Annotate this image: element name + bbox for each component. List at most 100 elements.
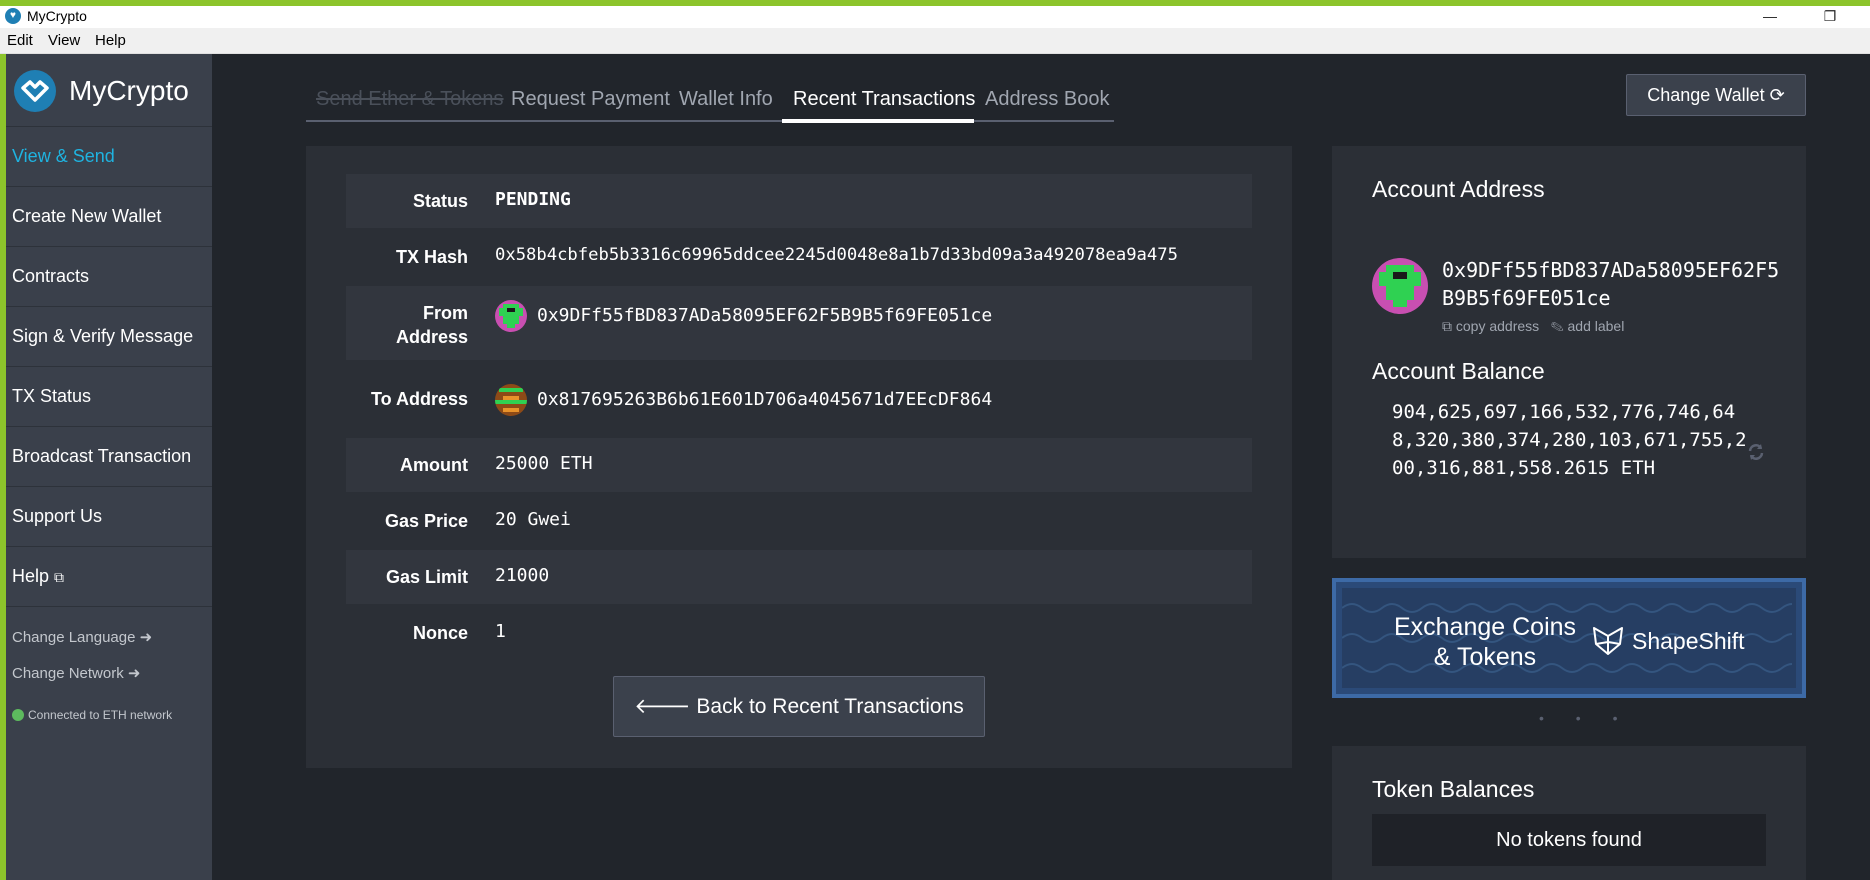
no-tokens-message: No tokens found [1372,814,1766,866]
amount-label: Amount [400,455,468,475]
account-address-title: Account Address [1372,176,1545,202]
brand-name: MyCrypto [69,75,189,106]
divider [6,186,212,187]
copy-address-label: copy address [1455,318,1540,334]
arrow-circle-right-icon: ➜ [139,629,153,646]
to-address-label: To Address [370,389,468,409]
tx-row-hash: TX Hash 0x58b4cbfeb5b3316c69965ddcee2245… [346,230,1252,284]
tabs-underline [306,120,1114,122]
change-language-link[interactable]: Change Language ➜ [12,628,152,646]
account-actions: ⧉ copy address ✎ add label [1442,318,1624,335]
refresh-icon: ⟳ [1769,85,1785,105]
exchange-line2: & Tokens [1433,643,1537,671]
divider [6,126,212,127]
from-label-line2: Address [395,327,468,347]
copy-icon: ⧉ [1442,318,1452,334]
title-bar: ♥ MyCrypto — ❐ [0,6,1870,28]
change-network-link[interactable]: Change Network ➜ [12,664,140,682]
change-language-label: Change Language [12,629,136,646]
sidebar-item-create-wallet[interactable]: Create New Wallet [12,206,161,227]
refresh-balance-icon[interactable] [1746,442,1766,467]
sidebar-item-view-send[interactable]: View & Send [12,146,115,167]
divider [6,546,212,547]
sidebar-item-support[interactable]: Support Us [12,506,102,527]
to-address-value[interactable]: 0x817695263B6b61E601D706a4045671d7EEcDF8… [537,389,992,410]
divider [6,426,212,427]
status-dot-icon [12,709,24,721]
from-address-value[interactable]: 0x9DFf55fBD837ADa58095EF62F5B9B5f69FE051… [537,305,992,326]
nonce-value: 1 [495,621,506,642]
shapeshift-banner[interactable]: Exchange Coins & Tokens ShapeShift [1332,578,1806,698]
account-address-value: 0x9DFf55fBD837ADa58095EF62F5B9B5f69FE051… [1442,258,1780,310]
wallet-tabs: Send Ether & Tokens Request Payment Wall… [306,80,1114,124]
add-label-link[interactable]: ✎ add label [1551,318,1624,334]
sidebar: MyCrypto View & Send Create New Wallet C… [6,54,212,880]
account-identicon [1372,258,1428,314]
window-title: MyCrypto [27,8,87,24]
tx-row-amount: Amount 25000 ETH [346,438,1252,492]
tx-row-gas-price: Gas Price 20 Gwei [346,494,1252,548]
tab-address-book[interactable]: Address Book [985,88,1110,111]
gas-limit-value: 21000 [495,565,550,586]
token-balances-title: Token Balances [1372,776,1535,802]
carousel-dots[interactable]: • • • [1539,710,1631,726]
help-label: Help [12,566,50,586]
back-to-recent-transactions-button[interactable]: 🡐 Back to Recent Transactions [613,676,985,737]
sidebar-item-tx-status[interactable]: TX Status [12,386,91,407]
arrow-circle-right-icon: ➜ [127,665,141,682]
app-icon: ♥ [5,8,21,24]
restore-button[interactable]: ❐ [1810,6,1850,28]
divider [6,606,212,607]
account-panel: Account Address 0x9DFf55fBD837ADa58095EF… [1332,146,1806,558]
tab-wallet-info[interactable]: Wallet Info [679,88,773,111]
change-network-label: Change Network [12,665,124,682]
exchange-text: Exchange Coins & Tokens [1392,612,1578,672]
tx-hash-value: 0x58b4cbfeb5b3316c69965ddcee2245d0048e8a… [495,245,1178,265]
tab-recent-transactions[interactable]: Recent Transactions [793,88,975,111]
add-label-text: add label [1567,318,1625,334]
sidebar-item-broadcast[interactable]: Broadcast Transaction [12,446,191,467]
tab-request-payment[interactable]: Request Payment [511,88,670,111]
exchange-line1: Exchange Coins [1393,613,1577,641]
status-label: Status [412,191,468,211]
back-button-label: Back to Recent Transactions [696,695,964,718]
tx-row-gas-limit: Gas Limit 21000 [346,550,1252,604]
active-tab-indicator [782,119,974,123]
menu-help[interactable]: Help [95,32,126,49]
arrow-left-icon: 🡐 [634,695,691,718]
from-address-label: From Address [348,301,468,349]
divider [6,486,212,487]
transaction-details-panel: Status PENDING TX Hash 0x58b4cbfeb5b3316… [306,146,1292,768]
gas-price-label: Gas Price [384,511,468,531]
menu-view[interactable]: View [48,32,80,49]
sidebar-item-sign-verify[interactable]: Sign & Verify Message [12,326,193,347]
change-wallet-button[interactable]: Change Wallet ⟳ [1626,74,1806,116]
network-status: Connected to ETH network [12,708,172,722]
gas-limit-label: Gas Limit [385,567,468,587]
brand-logo[interactable]: MyCrypto [14,68,204,114]
fox-icon [1592,624,1624,661]
tx-row-nonce: Nonce 1 [346,606,1252,660]
status-badge: PENDING [495,189,571,210]
sidebar-item-help[interactable]: Help ⧉ [12,566,64,587]
copy-address-link[interactable]: ⧉ copy address [1442,318,1539,334]
external-link-icon: ⧉ [54,569,65,585]
to-identicon [495,384,527,416]
nonce-label: Nonce [412,623,468,643]
token-balances-panel: Token Balances No tokens found [1332,746,1806,880]
change-wallet-label: Change Wallet [1647,85,1765,105]
from-label-line1: From [423,303,468,323]
account-balance-value: 904,625,697,166,532,776,746,648,320,380,… [1392,401,1747,479]
divider [6,366,212,367]
shapeshift-brand: ShapeShift [1632,628,1745,654]
menu-edit[interactable]: Edit [7,32,33,49]
amount-value: 25000 ETH [495,453,593,474]
tx-row-from: From Address 0x9DFf55fBD837ADa58095EF62F5… [346,286,1252,360]
tab-send: Send Ether & Tokens [316,88,504,110]
minimize-button[interactable]: — [1750,6,1790,28]
mycrypto-logo-icon [14,70,56,112]
from-identicon [495,300,527,332]
sidebar-item-contracts[interactable]: Contracts [12,266,89,287]
divider [6,306,212,307]
tx-row-status: Status PENDING [346,174,1252,228]
